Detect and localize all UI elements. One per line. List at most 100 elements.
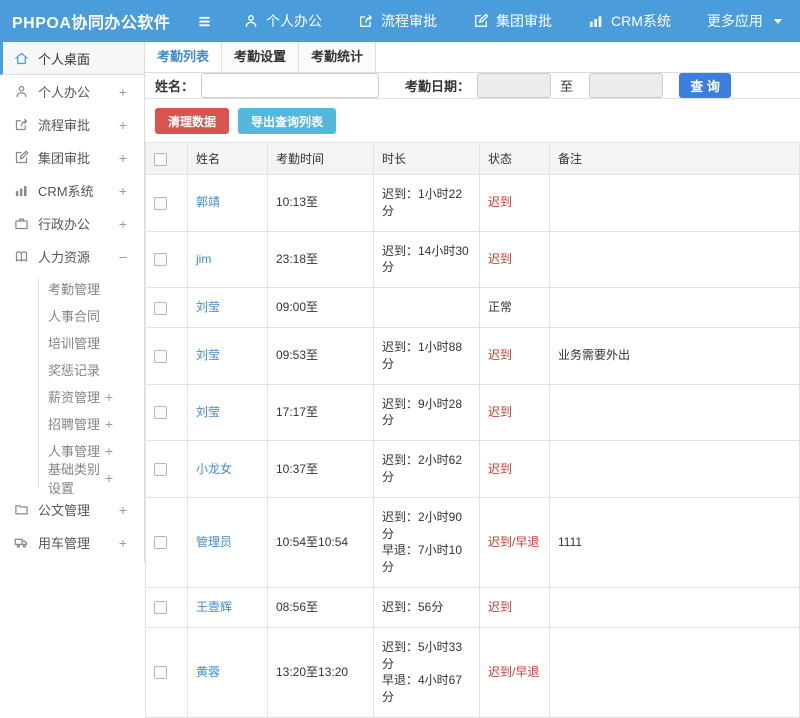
employee-name-link[interactable]: 王壹辉	[196, 600, 232, 614]
employee-name-link[interactable]: 郭靖	[196, 195, 220, 209]
submenu-item-label: 招聘管理	[48, 417, 101, 432]
date-to-input[interactable]	[589, 73, 664, 98]
expand-plus-icon[interactable]: +	[119, 150, 127, 166]
row-checkbox[interactable]	[154, 536, 167, 550]
row-checkbox[interactable]	[154, 301, 167, 315]
menu-toggle-icon[interactable]	[196, 14, 213, 29]
topnav-label: CRM系统	[611, 13, 671, 29]
attendance-time: 10:13至	[267, 174, 374, 232]
sidebar-item-personal-office[interactable]: 个人办公 +	[0, 75, 144, 108]
search-bar: 姓名： 考勤日期： 至 查 询	[145, 73, 800, 99]
expand-plus-icon[interactable]: +	[119, 84, 127, 100]
employee-name-link[interactable]: 黄蓉	[196, 665, 220, 679]
employee-name-link[interactable]: 刘莹	[196, 348, 220, 362]
topnav-label: 个人办公	[266, 13, 322, 29]
remark-cell: 1111	[549, 496, 800, 588]
submenu-item-attendance-management[interactable]: 考勤管理	[0, 275, 144, 302]
submenu-item-base-category-settings[interactable]: 基础类别设置 +	[0, 462, 144, 496]
row-checkbox[interactable]	[154, 406, 167, 420]
tab-attendance-statistics[interactable]: 考勤统计	[299, 42, 376, 72]
submenu-item-salary-management[interactable]: 薪资管理 +	[0, 383, 144, 410]
date-from-input[interactable]	[477, 73, 552, 98]
col-header-duration: 时长	[373, 142, 480, 175]
submenu-item-recruitment-management[interactable]: 招聘管理 +	[0, 410, 144, 437]
row-checkbox[interactable]	[154, 601, 167, 615]
attendance-time: 17:17至	[267, 383, 374, 442]
sidebar-item-admin-office[interactable]: 行政办公 +	[0, 207, 144, 240]
status-badge: 迟到	[488, 251, 513, 266]
submenu-item-label: 考勤管理	[48, 282, 101, 297]
export-list-button[interactable]: 导出查询列表	[238, 108, 337, 134]
employee-name-link[interactable]: 刘莹	[196, 300, 220, 314]
expand-plus-icon[interactable]: +	[105, 389, 113, 405]
remark-cell	[549, 626, 800, 718]
row-checkbox[interactable]	[154, 253, 167, 267]
table-row: 郭靖 10:13至 迟到：1小时22分 迟到	[145, 174, 800, 232]
row-checkbox[interactable]	[154, 462, 167, 476]
tab-attendance-list[interactable]: 考勤列表	[145, 42, 222, 72]
search-button[interactable]: 查 询	[679, 73, 732, 98]
expand-plus-icon[interactable]: +	[105, 443, 113, 459]
briefcase-icon	[14, 216, 29, 231]
remark-cell: 业务需要外出	[549, 326, 800, 385]
topnav-workflow-approval[interactable]: 流程审批	[358, 11, 437, 31]
status-badge: 迟到	[488, 461, 513, 476]
select-all-checkbox[interactable]	[154, 152, 167, 166]
clean-data-button[interactable]: 清理数据	[155, 108, 230, 134]
submenu-item-reward-punishment[interactable]: 奖惩记录	[0, 356, 144, 383]
employee-name-link[interactable]: jim	[196, 252, 211, 266]
employee-name-link[interactable]: 小龙女	[196, 462, 232, 476]
submenu-item-label: 培训管理	[48, 336, 101, 351]
expand-plus-icon[interactable]: +	[119, 502, 127, 518]
expand-plus-icon[interactable]: +	[119, 117, 127, 133]
table-row: 小龙女 10:37至 迟到：2小时62分 迟到	[145, 440, 800, 498]
topnav-personal-office[interactable]: 个人办公	[243, 11, 322, 31]
sidebar-item-vehicle-management[interactable]: 用车管理 +	[0, 526, 144, 559]
col-header-time: 考勤时间	[267, 142, 374, 175]
attendance-time: 10:54至10:54	[267, 496, 374, 588]
tab-bar: 考勤列表 考勤设置 考勤统计	[145, 42, 800, 73]
bar-chart-icon	[14, 183, 29, 198]
sidebar-item-group-approval[interactable]: 集团审批 +	[0, 141, 144, 174]
expand-plus-icon[interactable]: +	[105, 470, 113, 486]
sidebar-item-label: 个人桌面	[38, 51, 91, 67]
sidebar-item-label: CRM系统	[38, 184, 94, 199]
tab-attendance-settings[interactable]: 考勤设置	[222, 42, 299, 72]
sidebar-item-label: 公文管理	[38, 503, 91, 518]
row-checkbox[interactable]	[154, 196, 167, 210]
collapse-minus-icon[interactable]: −	[119, 249, 127, 265]
share-arrow-icon	[14, 117, 29, 132]
row-checkbox[interactable]	[154, 349, 167, 363]
to-label: 至	[560, 79, 574, 94]
sidebar-item-personal-desktop[interactable]: 个人桌面	[0, 42, 144, 75]
main-content: 考勤列表 考勤设置 考勤统计 姓名： 考勤日期： 至 查 询 清理数据 导出查询…	[145, 42, 800, 718]
expand-plus-icon[interactable]: +	[105, 416, 113, 432]
status-badge: 迟到/早退	[488, 664, 540, 679]
sidebar-item-document-management[interactable]: 公文管理 +	[0, 493, 144, 526]
employee-name-link[interactable]: 管理员	[196, 535, 232, 549]
sidebar-item-crm-system[interactable]: CRM系统 +	[0, 174, 144, 207]
submenu-item-training-management[interactable]: 培训管理	[0, 329, 144, 356]
expand-plus-icon[interactable]: +	[119, 535, 127, 551]
col-header-remark: 备注	[549, 142, 800, 175]
employee-name-link[interactable]: 刘莹	[196, 405, 220, 419]
table-row: 刘莹 09:00至 正常	[145, 287, 800, 328]
expand-plus-icon[interactable]: +	[119, 183, 127, 199]
attendance-time: 10:37至	[267, 440, 374, 498]
expand-plus-icon[interactable]: +	[119, 216, 127, 232]
duration-cell: 迟到：14小时30分	[373, 230, 480, 289]
status-badge: 迟到	[488, 348, 513, 363]
name-input[interactable]	[201, 73, 380, 98]
submenu-item-hr-contract[interactable]: 人事合同	[0, 302, 144, 329]
topnav-more-apps[interactable]: 更多应用	[707, 11, 782, 31]
topbar: PHPOA协同办公软件 个人办公 流程审批 集团审批 CRM系统 更多应用	[0, 0, 800, 42]
col-header-name: 姓名	[187, 142, 268, 175]
topnav-group-approval[interactable]: 集团审批	[473, 11, 552, 31]
user-icon	[243, 13, 259, 29]
sidebar-item-workflow-approval[interactable]: 流程审批 +	[0, 108, 144, 141]
col-header-status: 状态	[479, 142, 550, 175]
topnav-crm-system[interactable]: CRM系统	[588, 11, 671, 31]
duration-cell: 迟到：56分	[373, 586, 480, 628]
row-checkbox[interactable]	[154, 666, 167, 680]
sidebar-item-human-resources[interactable]: 人力资源 −	[0, 240, 144, 273]
